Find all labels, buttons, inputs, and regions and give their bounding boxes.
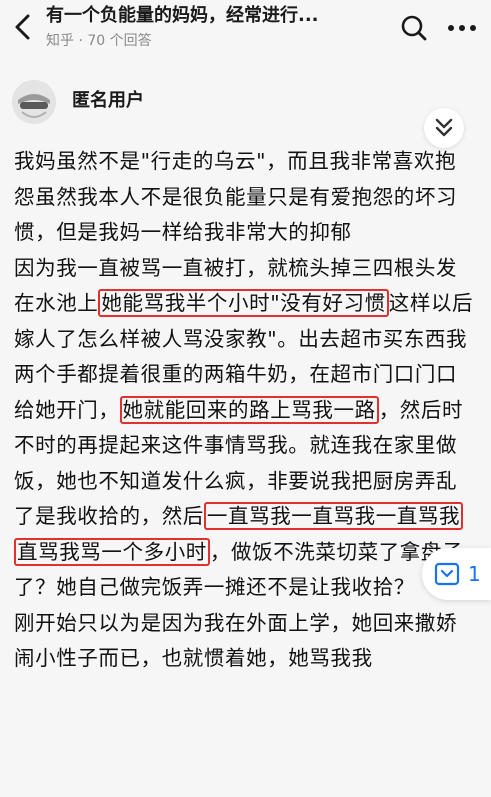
question-title[interactable]: 有一个负能量的妈妈，经常进行...	[46, 4, 376, 28]
top-bar: 有一个负能量的妈妈，经常进行... 知乎 · 70 个回答	[0, 0, 491, 58]
collect-button[interactable]: 1	[422, 548, 491, 600]
collect-icon	[434, 562, 460, 586]
highlighted-text: 她就能回来的路上骂我一路	[119, 395, 379, 424]
search-icon[interactable]	[400, 14, 428, 42]
anonymous-avatar-icon[interactable]	[12, 80, 56, 124]
back-arrow-icon[interactable]	[10, 12, 36, 42]
author-row: 匿名用户	[0, 72, 491, 132]
answer-paragraph: 因为我一直被骂一直被打，就梳头掉三四根头发在水池上 她能骂我半个小时"没有好习惯这…	[14, 251, 476, 606]
answer-paragraph: 刚开始只以为是因为我在外面上学，她回来撒娇闹小性子而已，也就惯着她，她骂我我	[14, 610, 458, 671]
question-meta: 知乎 · 70 个回答	[46, 33, 152, 49]
answer-paragraph: 我妈虽然不是"行走的乌云"，而且我非常喜欢抱怨虽然我本人不是很负能量只是有爱抱怨…	[14, 149, 458, 244]
collapse-button[interactable]	[424, 108, 464, 148]
highlighted-text: 她能骂我半个小时"没有好习惯	[98, 289, 389, 317]
double-chevron-down-icon	[435, 118, 453, 137]
more-options-icon[interactable]	[446, 14, 478, 42]
answer-content: 我妈虽然不是"行走的乌云"，而且我非常喜欢抱怨虽然我本人不是很负能量只是有爱抱怨…	[14, 144, 476, 677]
collect-count: 1	[468, 562, 481, 586]
author-name[interactable]: 匿名用户	[72, 89, 144, 113]
